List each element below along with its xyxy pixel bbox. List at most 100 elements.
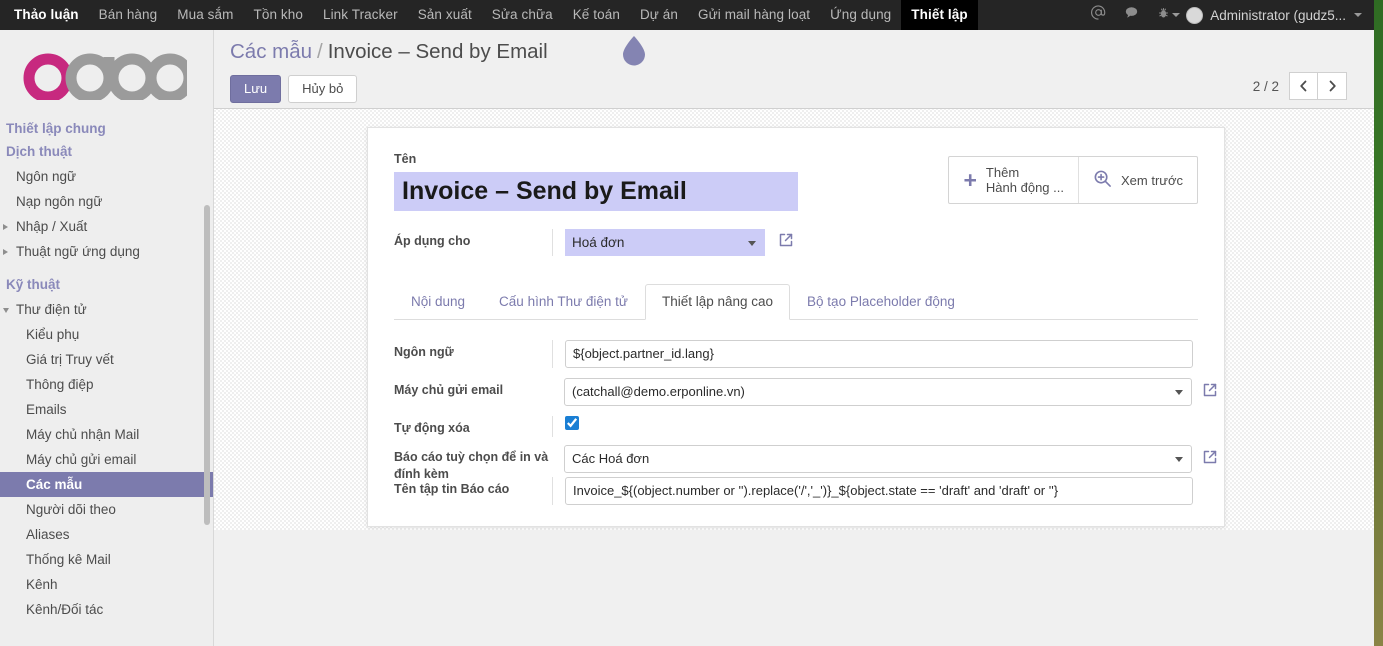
- applies-to-label: Áp dụng cho: [394, 234, 471, 248]
- save-button[interactable]: Lưu: [230, 75, 282, 103]
- breadcrumb-parent-link[interactable]: Các mẫu: [230, 40, 312, 63]
- preview-button[interactable]: Xem trước: [1077, 157, 1197, 203]
- language-row: Ngôn ngữ: [394, 340, 1198, 368]
- sidebar-item-label: Thuật ngữ ứng dụng: [16, 244, 140, 259]
- sidebar-group-technical[interactable]: Kỹ thuật: [0, 272, 213, 297]
- outgoing-mail-server-row: Máy chủ gửi email: [394, 378, 1217, 406]
- tab-content[interactable]: Nội dung: [394, 284, 482, 320]
- sidebar-item-messages[interactable]: Thông điệp: [0, 372, 213, 397]
- sidebar-item-label: Thư điện tử: [16, 302, 87, 317]
- language-field[interactable]: [565, 340, 1193, 368]
- applies-to-row: Áp dụng cho: [394, 229, 1198, 256]
- report-filename-field[interactable]: [565, 477, 1193, 505]
- sidebar-item-incoming-mail-servers[interactable]: Máy chủ nhận Mail: [0, 422, 213, 447]
- menu-item-mass-mailing[interactable]: Gửi mail hàng loạt: [688, 0, 820, 30]
- username-label[interactable]: Administrator (gudz5...: [1210, 8, 1346, 23]
- tab-email-configuration[interactable]: Cấu hình Thư điện tử: [482, 284, 645, 320]
- sidebar-item-tracking-values[interactable]: Giá trị Truy vết: [0, 347, 213, 372]
- sidebar-scrollbar[interactable]: [204, 205, 210, 525]
- chevron-down-icon[interactable]: [1175, 390, 1183, 395]
- breadcrumb-separator: /: [317, 40, 323, 63]
- optional-report-field[interactable]: [564, 445, 1192, 473]
- sidebar-item-channels[interactable]: Kênh: [0, 572, 213, 597]
- add-action-button[interactable]: + Thêm Hành động ...: [949, 157, 1078, 203]
- content-area: Các mẫu / Invoice – Send by Email Lưu Hủy …: [214, 30, 1374, 646]
- form-column-divider: [552, 229, 553, 256]
- menu-item-accounting[interactable]: Kế toán: [563, 0, 630, 30]
- sidebar-item-load-language[interactable]: Nạp ngôn ngữ: [0, 189, 213, 214]
- sidebar-item-emails[interactable]: Emails: [0, 397, 213, 422]
- top-menu-items: Thảo luận Bán hàng Mua sắm Tồn kho Link …: [0, 0, 978, 30]
- menu-item-settings[interactable]: Thiết lập: [901, 0, 978, 30]
- chevron-right-icon: [3, 248, 8, 255]
- chevron-right-icon: [3, 223, 8, 230]
- chat-bubble-icon[interactable]: [1115, 0, 1148, 30]
- optional-report-external-link-icon[interactable]: [1202, 445, 1218, 470]
- sidebar-item-channel-partners[interactable]: Kênh/Đối tác: [0, 597, 213, 622]
- sidebar-item-templates[interactable]: Các mẫu: [0, 472, 213, 497]
- sidebar-group-general-settings[interactable]: Thiết lập chung: [0, 116, 213, 141]
- chevron-down-icon[interactable]: [1172, 13, 1181, 17]
- auto-delete-row: Tự động xóa: [394, 416, 1198, 437]
- app-root: Thảo luận Bán hàng Mua sắm Tồn kho Link …: [0, 0, 1383, 646]
- plus-icon: +: [963, 167, 977, 193]
- report-filename-row: Tên tập tin Báo cáo: [394, 477, 1198, 505]
- sidebar-item-languages[interactable]: Ngôn ngữ: [0, 164, 213, 189]
- tab-dynamic-placeholder-generator[interactable]: Bộ tạo Placeholder động: [790, 284, 972, 320]
- user-menu-chevron-down-icon[interactable]: [1354, 13, 1362, 17]
- outgoing-mail-server-external-link-icon[interactable]: [1202, 378, 1218, 403]
- tab-advanced-settings[interactable]: Thiết lập nâng cao: [644, 284, 791, 320]
- bug-icon[interactable]: [1148, 0, 1170, 30]
- sidebar-group-translations[interactable]: Dịch thuật: [0, 141, 213, 164]
- outgoing-mail-server-select-wrap: [564, 378, 1192, 406]
- sidebar-item-import-export[interactable]: Nhập / Xuất: [0, 214, 213, 239]
- discard-button[interactable]: Hủy bỏ: [288, 75, 358, 103]
- form-column-divider: [552, 477, 553, 505]
- menu-item-project[interactable]: Dự án: [630, 0, 688, 30]
- auto-delete-checkbox[interactable]: [565, 416, 579, 430]
- pager: 2 / 2: [1253, 72, 1347, 100]
- pager-previous-button[interactable]: [1289, 72, 1318, 100]
- applies-to-control: [565, 229, 794, 256]
- outgoing-mail-server-label: Máy chủ gửi email: [394, 383, 504, 397]
- chevron-down-icon[interactable]: [748, 240, 756, 246]
- menu-item-repair[interactable]: Sửa chữa: [482, 0, 563, 30]
- sidebar-item-subtypes[interactable]: Kiểu phụ: [0, 322, 213, 347]
- applies-to-select-wrap: [565, 229, 765, 256]
- menu-item-apps[interactable]: Ứng dụng: [820, 0, 901, 30]
- sidebar-item-outgoing-mail-servers[interactable]: Máy chủ gửi email: [0, 447, 213, 472]
- menu-item-link-tracker[interactable]: Link Tracker: [313, 0, 408, 30]
- sidebar-item-email[interactable]: Thư điện tử: [0, 297, 213, 322]
- breadcrumb: Các mẫu / Invoice – Send by Email: [230, 40, 548, 64]
- name-input[interactable]: [394, 172, 798, 211]
- pager-buttons: [1289, 72, 1347, 100]
- desktop-background-strip: [1374, 0, 1383, 646]
- preview-label: Xem trước: [1120, 172, 1183, 188]
- odoo-logo[interactable]: [0, 30, 213, 116]
- top-bar-system-tray: Administrator (gudz5...: [1082, 0, 1374, 30]
- pager-next-button[interactable]: [1318, 72, 1347, 100]
- chevron-down-icon[interactable]: [1175, 457, 1183, 462]
- applies-to-select[interactable]: [565, 229, 765, 256]
- menu-item-sales[interactable]: Bán hàng: [89, 0, 168, 30]
- add-action-line2: Hành động ...: [985, 180, 1064, 195]
- breadcrumb-current: Invoice – Send by Email: [327, 40, 548, 63]
- sidebar-item-aliases[interactable]: Aliases: [0, 522, 213, 547]
- report-filename-label: Tên tập tin Báo cáo: [394, 482, 510, 496]
- auto-delete-label: Tự động xóa: [394, 421, 470, 435]
- advanced-settings-panel: Ngôn ngữ Máy chủ gửi email: [394, 320, 1217, 528]
- sidebar-item-followers[interactable]: Người dõi theo: [0, 497, 213, 522]
- language-label: Ngôn ngữ: [394, 345, 454, 359]
- outgoing-mail-server-field[interactable]: [564, 378, 1192, 406]
- sidebar-item-application-terms[interactable]: Thuật ngữ ứng dụng: [0, 239, 213, 264]
- menu-item-manufacturing[interactable]: Sản xuất: [408, 0, 482, 30]
- menu-item-discuss[interactable]: Thảo luận: [0, 0, 89, 30]
- at-icon[interactable]: [1082, 0, 1115, 30]
- button-box: + Thêm Hành động ... Xem trước: [948, 156, 1198, 204]
- menu-item-purchase[interactable]: Mua sắm: [167, 0, 243, 30]
- menu-item-inventory[interactable]: Tồn kho: [243, 0, 312, 30]
- sidebar-item-label: Nhập / Xuất: [16, 219, 88, 234]
- applies-to-external-link-icon[interactable]: [778, 232, 794, 253]
- chevron-down-icon: [3, 307, 9, 313]
- sidebar-item-mail-statistics[interactable]: Thống kê Mail: [0, 547, 213, 572]
